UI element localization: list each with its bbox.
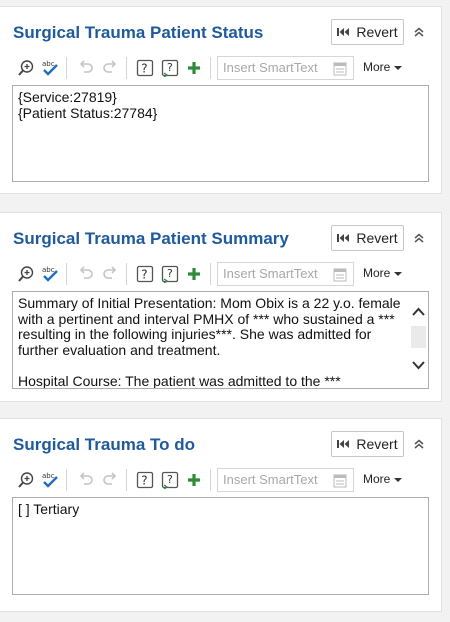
zoom-in-icon[interactable] (15, 263, 37, 285)
more-menu[interactable]: More (363, 472, 402, 486)
next-field-icon[interactable]: ? (159, 57, 181, 79)
panel-title: Surgical Trauma Patient Status (13, 23, 264, 42)
vertical-scrollbar[interactable] (409, 292, 428, 388)
svg-text:?: ? (167, 473, 173, 486)
toolbar-divider (126, 263, 127, 285)
revert-button[interactable]: Revert (331, 225, 404, 251)
zoom-in-icon[interactable] (15, 469, 37, 491)
more-menu[interactable]: More (363, 60, 402, 74)
toolbar-divider (210, 57, 211, 79)
zoom-in-icon[interactable] (15, 57, 37, 79)
toolbar-divider (126, 469, 127, 491)
redo-icon[interactable] (99, 469, 121, 491)
patient-status-panel: Surgical Trauma Patient Status Revert ab… (0, 6, 442, 194)
more-menu[interactable]: More (363, 266, 402, 280)
svg-text:?: ? (167, 267, 173, 280)
todo-panel: Surgical Trauma To do Revert abc ? ? Ins… (0, 418, 442, 612)
patient-summary-panel: Surgical Trauma Patient Summary Revert a… (0, 212, 442, 402)
add-icon[interactable] (183, 263, 205, 285)
text-line: {Patient Status:27784} (18, 104, 158, 121)
toolbar-divider (210, 263, 211, 285)
scroll-up-icon[interactable] (412, 304, 425, 320)
undo-icon[interactable] (75, 263, 97, 285)
note-textarea[interactable]: {Service:27819} {Patient Status:27784} (12, 85, 429, 182)
redo-icon[interactable] (99, 57, 121, 79)
svg-text:?: ? (141, 268, 147, 282)
insert-smarttext-input[interactable]: Insert SmartText (217, 468, 354, 492)
revert-icon (337, 27, 350, 37)
scrollbar-thumb[interactable] (411, 326, 426, 348)
help-field-icon[interactable]: ? (134, 469, 156, 491)
revert-label: Revert (356, 230, 398, 246)
smartphrase-list-icon[interactable] (333, 267, 347, 289)
hospital-course-paragraph: Hospital Course: The patient was admitte… (18, 372, 341, 389)
toolbar-divider (126, 57, 127, 79)
scroll-down-icon[interactable] (412, 358, 425, 374)
toolbar-divider (210, 469, 211, 491)
revert-icon (337, 439, 350, 449)
collapse-icon[interactable] (410, 23, 428, 41)
svg-text:abc: abc (42, 60, 55, 68)
collapse-icon[interactable] (410, 435, 428, 453)
smarttext-placeholder: Insert SmartText (223, 266, 318, 281)
spellcheck-icon[interactable]: abc (39, 263, 61, 285)
help-field-icon[interactable]: ? (134, 57, 156, 79)
insert-smarttext-input[interactable]: Insert SmartText (217, 262, 354, 286)
note-textarea[interactable]: Summary of Initial Presentation: Mom Obi… (12, 291, 429, 389)
spellcheck-icon[interactable]: abc (39, 469, 61, 491)
text-line: {Service:27819} (18, 89, 117, 105)
summary-paragraph: Summary of Initial Presentation: Mom Obi… (18, 295, 401, 358)
chevron-down-icon (393, 266, 402, 280)
more-label: More (363, 266, 391, 280)
svg-text:abc: abc (42, 266, 55, 274)
panel-title: Surgical Trauma To do (13, 435, 195, 454)
svg-text:?: ? (141, 474, 147, 488)
add-icon[interactable] (183, 469, 205, 491)
revert-icon (337, 233, 350, 243)
more-label: More (363, 60, 391, 74)
toolbar-divider (66, 57, 67, 79)
chevron-down-icon (393, 472, 402, 486)
smartphrase-list-icon[interactable] (333, 61, 347, 83)
smartphrase-list-icon[interactable] (333, 473, 347, 495)
spellcheck-icon[interactable]: abc (39, 57, 61, 79)
redo-icon[interactable] (99, 263, 121, 285)
chevron-down-icon (393, 60, 402, 74)
revert-button[interactable]: Revert (331, 431, 404, 457)
insert-smarttext-input[interactable]: Insert SmartText (217, 56, 354, 80)
undo-icon[interactable] (75, 469, 97, 491)
svg-text:?: ? (141, 62, 147, 76)
editor-toolbar: abc ? ? Insert SmartText More (15, 261, 430, 287)
toolbar-divider (66, 263, 67, 285)
next-field-icon[interactable]: ? (159, 263, 181, 285)
add-icon[interactable] (183, 57, 205, 79)
collapse-icon[interactable] (410, 229, 428, 247)
editor-toolbar: abc ? ? Insert SmartText More (15, 55, 430, 81)
svg-text:abc: abc (42, 472, 55, 480)
smarttext-placeholder: Insert SmartText (223, 60, 318, 75)
panel-title: Surgical Trauma Patient Summary (13, 229, 289, 248)
editor-toolbar: abc ? ? Insert SmartText More (15, 467, 430, 493)
next-field-icon[interactable]: ? (159, 469, 181, 491)
undo-icon[interactable] (75, 57, 97, 79)
text-line: [ ] Tertiary (18, 501, 80, 517)
smarttext-placeholder: Insert SmartText (223, 472, 318, 487)
toolbar-divider (66, 469, 67, 491)
note-textarea[interactable]: [ ] Tertiary (12, 497, 429, 595)
svg-text:?: ? (167, 61, 173, 74)
help-field-icon[interactable]: ? (134, 263, 156, 285)
revert-label: Revert (356, 436, 398, 452)
revert-button[interactable]: Revert (331, 19, 404, 45)
revert-label: Revert (356, 24, 398, 40)
more-label: More (363, 472, 391, 486)
